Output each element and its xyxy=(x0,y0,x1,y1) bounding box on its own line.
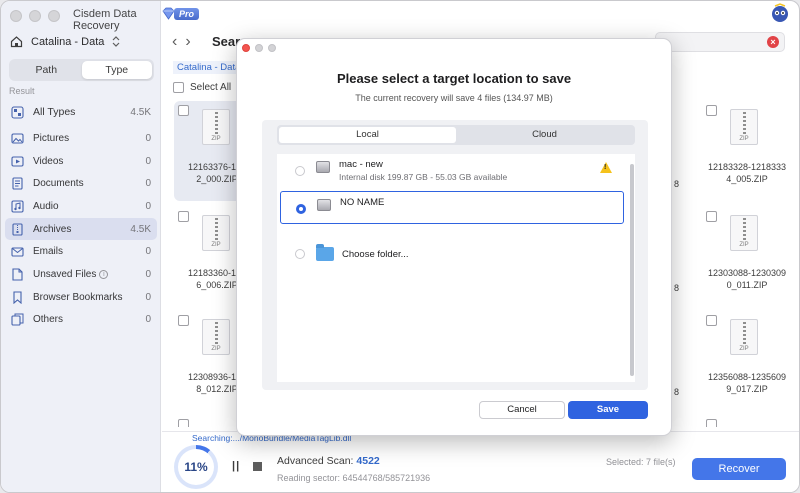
warning-icon: ! xyxy=(600,162,612,173)
save-button[interactable]: Save xyxy=(568,401,648,419)
dialog-title: Please select a target location to save xyxy=(336,71,572,86)
tab-cloud[interactable]: Cloud xyxy=(456,127,633,143)
location-item-choose-folder[interactable]: Choose folder... xyxy=(280,237,624,270)
location-radio[interactable] xyxy=(295,166,305,176)
location-name: Choose folder... xyxy=(342,249,409,260)
location-item-no-name[interactable]: NO NAME xyxy=(280,191,624,224)
location-name: NO NAME xyxy=(340,197,385,208)
internal-disk-icon xyxy=(316,161,330,173)
location-radio[interactable] xyxy=(295,249,305,259)
location-panel: Local Cloud mac - new Internal disk 199.… xyxy=(262,120,648,390)
dialog-window-controls xyxy=(242,44,276,52)
dialog-minimize-button xyxy=(255,44,263,52)
cancel-button[interactable]: Cancel xyxy=(479,401,565,419)
location-item-mac-new[interactable]: mac - new Internal disk 199.87 GB - 55.0… xyxy=(280,154,624,187)
app-window: Cisdem Data Recovery Pro Catalina - Data… xyxy=(0,0,800,493)
external-disk-icon xyxy=(317,199,331,211)
location-detail: Internal disk 199.87 GB - 55.03 GB avail… xyxy=(339,172,508,182)
location-tabs: Local Cloud xyxy=(277,125,635,145)
dialog-close-button[interactable] xyxy=(242,44,250,52)
dialog-subtitle: The current recovery will save 4 files (… xyxy=(355,93,553,103)
location-radio[interactable] xyxy=(296,204,306,214)
location-name: mac - new xyxy=(339,159,383,170)
save-location-dialog: Please select a target location to save … xyxy=(236,38,672,436)
dialog-zoom-button xyxy=(268,44,276,52)
tab-local[interactable]: Local xyxy=(279,127,456,143)
location-scrollbar[interactable] xyxy=(630,164,634,376)
location-list: mac - new Internal disk 199.87 GB - 55.0… xyxy=(277,154,635,382)
folder-icon xyxy=(316,244,334,261)
